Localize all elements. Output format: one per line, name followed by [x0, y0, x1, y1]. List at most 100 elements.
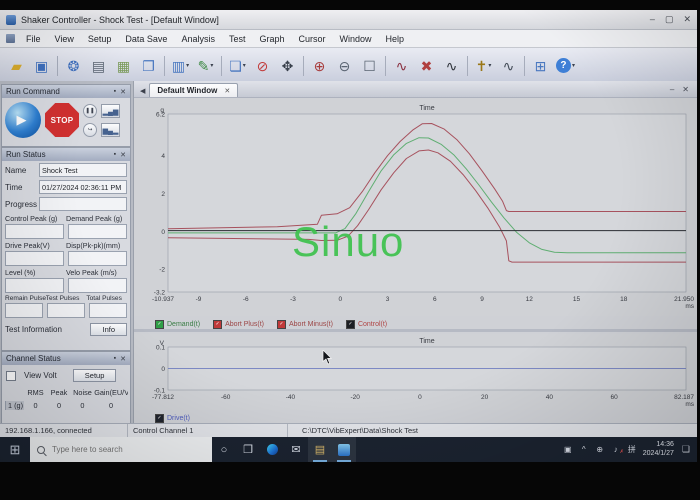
legend-checkbox[interactable]: ✓: [155, 414, 164, 423]
close-button[interactable]: ✕: [683, 14, 691, 25]
dropdown-arrow-icon[interactable]: ▾: [210, 62, 213, 69]
dropdown-arrow-icon[interactable]: ▾: [572, 62, 575, 69]
taskbar-clock[interactable]: 14:36 2024/1/27: [643, 441, 674, 458]
window-layout-button[interactable]: ❏▾: [225, 52, 250, 79]
connect-button[interactable]: ❂: [61, 52, 86, 79]
menu-item-cursor[interactable]: Cursor: [291, 32, 332, 46]
field-control-peak-value[interactable]: [5, 224, 64, 239]
edit-test-button[interactable]: ✎▾: [193, 52, 218, 79]
minimize-button[interactable]: –: [650, 14, 655, 25]
field-drive-peak-value[interactable]: [5, 251, 64, 266]
pan-button[interactable]: ✥: [275, 52, 300, 79]
pan-icon: ✥: [282, 59, 294, 73]
x-tick-label: 60: [611, 394, 619, 401]
dropdown-arrow-icon[interactable]: ▾: [186, 62, 189, 69]
report-icon: ▥: [172, 59, 185, 73]
stop-button[interactable]: STOP: [45, 103, 79, 137]
legend-checkbox[interactable]: ✓: [155, 320, 164, 329]
windows-display-button[interactable]: ⊞: [528, 52, 553, 79]
pin-icon[interactable]: ▪: [114, 88, 116, 96]
mail-icon[interactable]: ✉: [284, 437, 308, 462]
tray-expand-icon[interactable]: ^: [579, 445, 589, 454]
field-remain-pulses-value[interactable]: [5, 303, 43, 318]
menu-item-analysis[interactable]: Analysis: [174, 32, 222, 46]
stop-display-button[interactable]: ⊘: [250, 52, 275, 79]
task-view-icon[interactable]: ❒: [236, 437, 260, 462]
tray-app-icon[interactable]: ▣: [563, 445, 573, 454]
maximize-button[interactable]: ▢: [665, 14, 674, 25]
field-total-pulses-value[interactable]: [89, 303, 127, 318]
close-icon[interactable]: ✕: [120, 355, 126, 363]
legend-checkbox[interactable]: ✓: [277, 320, 286, 329]
play-button[interactable]: ▶: [5, 102, 41, 138]
tab-close-icon[interactable]: ✕: [224, 87, 230, 95]
menu-item-view[interactable]: View: [48, 32, 81, 46]
overlay-traces-button[interactable]: ∿: [439, 52, 464, 79]
tab-default-window[interactable]: Default Window ✕: [149, 83, 238, 97]
dropdown-arrow-icon[interactable]: ▾: [488, 62, 491, 69]
shaker-app-icon[interactable]: [332, 437, 356, 462]
notification-center-icon[interactable]: ❏: [680, 444, 692, 455]
menu-item-file[interactable]: File: [19, 32, 48, 46]
clear-traces-button[interactable]: ✖: [414, 52, 439, 79]
save-button[interactable]: ▣: [29, 52, 54, 79]
child-close-icon[interactable]: ✕: [682, 85, 689, 94]
report-button[interactable]: ▥▾: [168, 52, 193, 79]
legend-checkbox[interactable]: ✓: [213, 320, 222, 329]
pin-icon[interactable]: ▪: [114, 355, 116, 363]
view-volt-checkbox[interactable]: [6, 371, 16, 381]
menu-item-help[interactable]: Help: [379, 32, 412, 46]
field-disp-pkpk-value[interactable]: [68, 251, 127, 266]
close-icon[interactable]: ✕: [120, 88, 126, 96]
zoom-fit-button[interactable]: ☐: [357, 52, 382, 79]
search-input[interactable]: [50, 444, 204, 455]
chart-splitter[interactable]: [134, 329, 697, 332]
pin-icon[interactable]: ▪: [114, 151, 116, 159]
resume-button[interactable]: ↪: [83, 123, 97, 137]
channel-row-label-box[interactable]: 1 (g): [5, 401, 24, 410]
network-icon[interactable]: ⊕: [595, 445, 605, 454]
menu-item-window[interactable]: Window: [333, 32, 379, 46]
child-minimize-icon[interactable]: –: [670, 85, 674, 94]
mute-x-icon: ✗: [620, 449, 624, 455]
print-button[interactable]: ▤: [86, 52, 111, 79]
legend-label: Drive(t): [167, 415, 190, 422]
waveform-button[interactable]: ∿: [389, 52, 414, 79]
channel-setup-button[interactable]: Setup: [73, 369, 117, 382]
start-button[interactable]: ⊞: [0, 442, 30, 458]
help-button[interactable]: ?▾: [553, 52, 578, 79]
tab-scroll-left-icon[interactable]: ◀: [136, 87, 149, 97]
trace-button[interactable]: ∿: [496, 52, 521, 79]
field-demand-peak-value[interactable]: [68, 224, 127, 239]
file-explorer-icon[interactable]: ▤: [308, 437, 332, 462]
field-level-value[interactable]: [5, 278, 64, 293]
info-button[interactable]: Info: [90, 323, 127, 336]
level-up-button[interactable]: ▂▄▆: [101, 104, 120, 118]
field-test-pulses-value[interactable]: [47, 303, 85, 318]
level-down-button[interactable]: ▆▄▂: [101, 123, 120, 137]
edge-icon[interactable]: [260, 437, 284, 462]
zoom-in-button[interactable]: ⊕: [307, 52, 332, 79]
cortana-icon[interactable]: ○: [212, 437, 236, 462]
pause-button[interactable]: ❚❚: [83, 104, 97, 118]
menu-item-graph[interactable]: Graph: [252, 32, 291, 46]
x-tick-label: -77.812: [152, 394, 174, 401]
menu-item-setup[interactable]: Setup: [81, 32, 119, 46]
field-time-value[interactable]: 01/27/2024 02:36:11 PM: [39, 180, 127, 194]
ime-indicator[interactable]: 拼: [627, 444, 637, 455]
volume-muted-icon[interactable]: ♪✗: [611, 445, 621, 454]
menu-item-data-save[interactable]: Data Save: [118, 32, 174, 46]
zoom-out-button[interactable]: ⊖: [332, 52, 357, 79]
menu-item-test[interactable]: Test: [222, 32, 253, 46]
legend-checkbox[interactable]: ✓: [346, 320, 355, 329]
cursor-tool-button[interactable]: ✝▾: [471, 52, 496, 79]
field-progress-value[interactable]: [39, 197, 127, 211]
open-button[interactable]: ▰: [4, 52, 29, 79]
presentation-button[interactable]: ❐: [136, 52, 161, 79]
field-name-value[interactable]: Shock Test: [39, 163, 127, 177]
field-velo-peak-value[interactable]: [68, 278, 127, 293]
dropdown-arrow-icon[interactable]: ▾: [243, 62, 246, 69]
close-icon[interactable]: ✕: [120, 151, 126, 159]
taskbar-search[interactable]: [30, 437, 212, 462]
export-image-button[interactable]: ▦: [111, 52, 136, 79]
